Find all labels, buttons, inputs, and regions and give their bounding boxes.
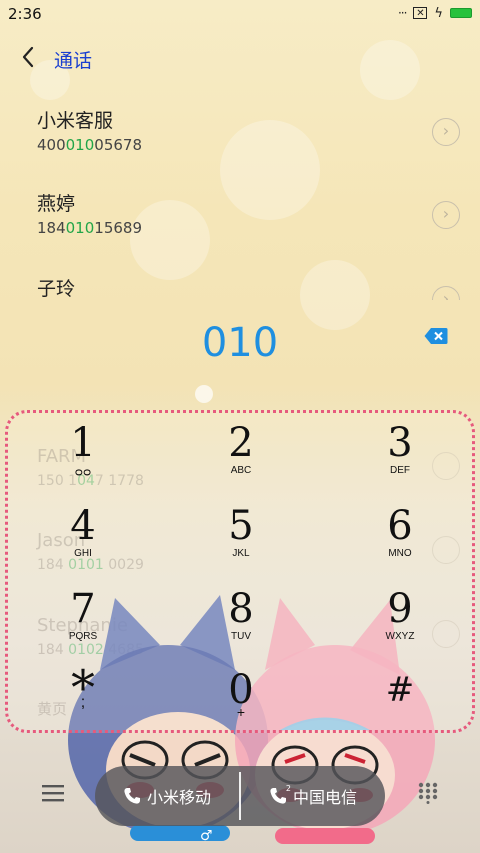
no-sim-icon: ✕ [413,7,428,19]
key-letters: DEF [390,465,410,476]
key-star[interactable]: * ; [18,664,148,748]
key-letters: MNO [388,548,412,559]
key-6[interactable]: 6 MNO [335,504,465,584]
key-letters: + [236,704,246,720]
contact-name: 子玲 [37,278,76,300]
dialed-number: 010 [201,320,279,366]
menu-icon[interactable] [42,784,64,802]
key-hash[interactable]: # [335,668,465,748]
chevron-right-circle-icon[interactable]: › [432,118,460,146]
contact-item[interactable]: 燕婷 18401015689 › [0,189,480,259]
key-letters: ABC [230,465,252,476]
key-letters: TUV [231,631,251,642]
chevron-right-circle-icon[interactable]: › [432,286,460,300]
sim2-label: 中国电信 [292,788,357,807]
battery-icon [450,8,472,18]
bokeh-decoration [195,385,213,403]
call-sim1-button[interactable]: 小米移动 [95,766,239,826]
phone-icon: 2 [269,784,291,805]
contact-name: 燕婷 [37,193,76,215]
key-digit: 6 [387,503,413,549]
key-letters: JKL [232,548,250,559]
contact-number: 18401015689 [37,219,142,237]
key-letters: WXYZ [385,631,415,642]
contact-item[interactable]: 子玲 › [0,274,480,300]
page-title[interactable]: 通话 [54,46,92,73]
call-buttons: 小米移动 2 中国电信 [95,766,385,826]
key-2[interactable]: 2 ABC [176,421,306,501]
key-digit: 2 [228,420,254,466]
status-bar: 2:36 ··· ✕ ϟ [0,0,480,28]
contact-number: 40001005678 [37,136,142,154]
contact-item[interactable]: 小米客服 40001005678 › [0,106,480,176]
key-8[interactable]: 8 TUV [176,587,306,667]
key-digit: 7 [70,586,96,632]
status-icons: ··· ✕ ϟ [398,6,472,20]
key-letters: GHI [74,548,92,559]
dialpad-grid-icon[interactable] [418,782,438,804]
contact-name: 小米客服 [37,110,114,132]
key-digit: 5 [228,503,254,549]
key-digit: 9 [387,586,413,632]
sim2-badge: 2 [285,784,291,793]
key-1[interactable]: 1 ᴑᴑ [18,421,148,501]
chevron-left-icon[interactable] [18,44,40,70]
key-9[interactable]: 9 WXYZ [335,587,465,667]
key-0[interactable]: 0 + [176,668,306,748]
key-digit: 1 [70,420,96,466]
chevron-right-circle-icon[interactable]: › [432,201,460,229]
key-digit: 4 [70,503,96,549]
header: 通话 [0,36,480,80]
call-sim2-button[interactable]: 2 中国电信 [241,766,385,826]
key-letters: ; [80,694,86,711]
key-digit: # [385,670,415,710]
voicemail-icon: ᴑᴑ [74,465,92,479]
status-time: 2:36 [8,5,42,23]
bottom-bar: 小米移动 2 中国电信 [0,762,480,832]
key-digit: 3 [387,420,413,466]
signal-dots-icon: ··· [397,6,408,20]
charging-icon: ϟ [434,5,443,21]
key-letters: PQRS [68,631,98,642]
dialpad: 1 ᴑᴑ 2 ABC 3 DEF 4 GHI 5 JKL 6 MNO 7 PQR… [5,410,475,733]
key-4[interactable]: 4 GHI [18,504,148,584]
key-digit: 8 [228,586,254,632]
phone-icon [124,788,140,804]
backspace-icon[interactable] [424,327,448,345]
key-3[interactable]: 3 DEF [335,421,465,501]
sim1-label: 小米移动 [146,788,211,807]
key-5[interactable]: 5 JKL [176,504,306,584]
key-7[interactable]: 7 PQRS [18,587,148,667]
